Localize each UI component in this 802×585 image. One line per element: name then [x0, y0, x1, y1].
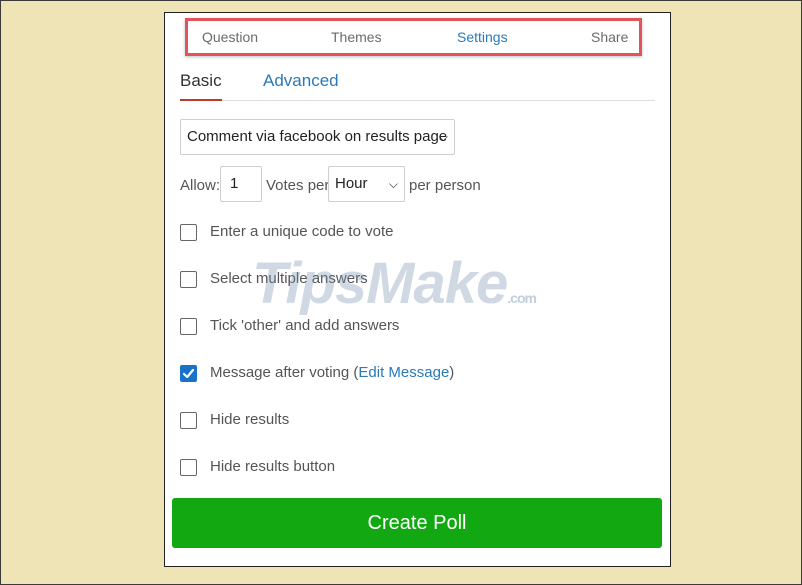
- tab-advanced[interactable]: Advanced: [263, 71, 339, 99]
- message-after-voting-checkbox[interactable]: [180, 365, 197, 382]
- checkmark-icon: [182, 368, 195, 379]
- message-after-voting-text: Message after voting (: [210, 364, 359, 381]
- closing-paren: ): [449, 364, 455, 381]
- step-share[interactable]: Share: [591, 29, 628, 45]
- other-answers-checkbox[interactable]: [180, 318, 197, 335]
- chevron-down-icon: ⌵: [438, 130, 448, 144]
- option-label: Hide results button: [210, 458, 336, 475]
- hide-results-checkbox[interactable]: [180, 412, 197, 429]
- step-question[interactable]: Question: [202, 29, 258, 45]
- option-hide-results: Hide results: [180, 411, 620, 433]
- comment-select-value: Comment via facebook on results page: [187, 128, 448, 145]
- create-poll-button[interactable]: Create Poll: [172, 498, 662, 548]
- option-label: Enter a unique code to vote: [210, 223, 394, 240]
- option-other-answers: Tick 'other' and add answers: [180, 317, 620, 339]
- settings-subtabs: Basic Advanced: [180, 68, 655, 101]
- chevron-down-icon: ⌵: [388, 177, 398, 191]
- allow-label: Allow:: [180, 177, 221, 194]
- watermark-main: TipsMake: [252, 251, 508, 316]
- multiple-answers-checkbox[interactable]: [180, 271, 197, 288]
- option-label: Message after voting (Edit Message): [210, 364, 454, 381]
- period-select-value: Hour: [335, 175, 368, 192]
- tipsmake-watermark: TipsMake.com: [252, 250, 537, 317]
- period-select[interactable]: Hour ⌵: [328, 166, 405, 202]
- hide-results-button-checkbox[interactable]: [180, 459, 197, 476]
- option-message-after-voting: Message after voting (Edit Message): [180, 364, 620, 386]
- tab-basic[interactable]: Basic: [180, 71, 222, 101]
- option-label: Tick 'other' and add answers: [210, 317, 400, 334]
- step-themes[interactable]: Themes: [331, 29, 382, 45]
- comment-select[interactable]: Comment via facebook on results page ⌵: [180, 119, 455, 155]
- option-unique-code: Enter a unique code to vote: [180, 223, 620, 245]
- votes-per-label: Votes per: [266, 177, 330, 194]
- unique-code-checkbox[interactable]: [180, 224, 197, 241]
- votes-count-input[interactable]: 1: [220, 166, 262, 202]
- per-person-label: per person: [409, 177, 481, 194]
- watermark-suffix: .com: [507, 290, 537, 306]
- edit-message-link[interactable]: Edit Message: [358, 364, 449, 381]
- step-settings[interactable]: Settings: [457, 29, 508, 45]
- option-label: Hide results: [210, 411, 290, 428]
- option-hide-results-button: Hide results button: [180, 458, 620, 480]
- step-nav-highlight: Question Themes Settings Share: [185, 18, 642, 56]
